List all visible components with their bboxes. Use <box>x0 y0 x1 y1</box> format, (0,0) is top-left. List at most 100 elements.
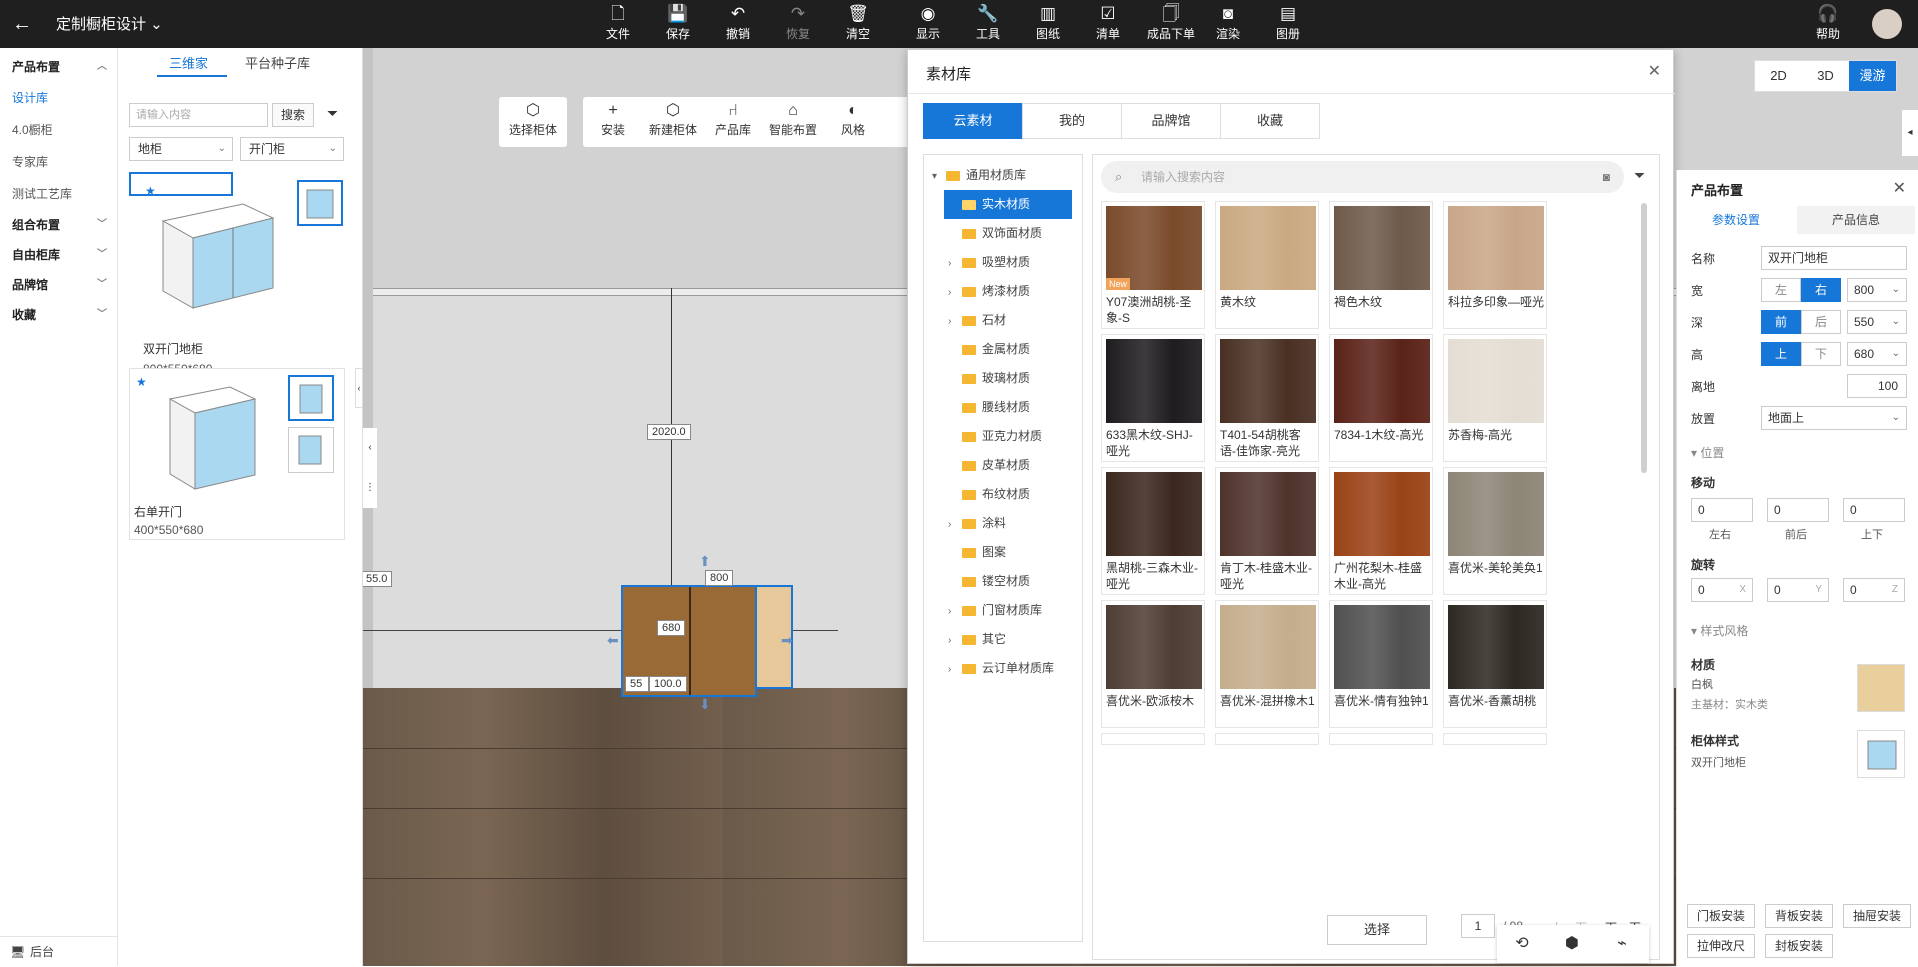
drag-handle-icon[interactable]: ⋮ <box>363 468 377 508</box>
catalog-search-input[interactable]: 请输入内容 <box>129 103 268 127</box>
partial-dimension-label[interactable]: 55 <box>625 676 649 692</box>
material-card[interactable]: T401-54胡桃客语-佳饰家-亮光 <box>1215 334 1319 462</box>
depth-back-toggle[interactable]: 后 <box>1801 310 1841 334</box>
list-button[interactable]: ☑ 清单 <box>1078 3 1138 47</box>
chevron-icon[interactable]: › <box>948 307 960 336</box>
tree-node[interactable]: 实木材质 <box>944 190 1072 219</box>
height-dimension-label[interactable]: 2020.0 <box>647 424 691 440</box>
variant-thumb[interactable] <box>288 375 334 421</box>
star-icon[interactable]: ★ <box>136 375 147 389</box>
expand-left-handle[interactable]: ‹ <box>363 428 377 468</box>
tree-node[interactable]: 布纹材质 <box>924 480 1079 509</box>
chevron-icon[interactable]: › <box>948 278 960 307</box>
nav-section-combo[interactable]: 组合布置 ﹀ <box>0 210 117 240</box>
nav-section-favorites[interactable]: 收藏 ﹀ <box>0 300 117 330</box>
material-card[interactable]: 7834-1木纹-高光 <box>1329 334 1433 462</box>
tab-cloud-material[interactable]: 云素材 <box>923 103 1023 139</box>
tree-node[interactable]: 皮革材质 <box>924 451 1079 480</box>
material-card[interactable]: 广州花梨木-桂盛木业-高光 <box>1329 467 1433 595</box>
material-card[interactable]: 褐色木纹 <box>1329 201 1433 329</box>
nav-item-test-craft[interactable]: 测试工艺库 <box>0 178 117 210</box>
material-card[interactable]: 喜优米-情有独钟1 <box>1329 600 1433 728</box>
move-y-input[interactable]: 0 <box>1767 498 1829 522</box>
avatar[interactable] <box>1872 9 1902 39</box>
screenshot-icon[interactable]: ⌁ <box>1611 933 1633 955</box>
tab-brand[interactable]: 品牌馆 <box>1121 103 1221 139</box>
move-left-arrow-icon[interactable]: ⬅ <box>607 632 619 649</box>
file-button[interactable]: 🗋 文件 <box>588 3 648 47</box>
material-card-partial[interactable] <box>1101 733 1205 745</box>
material-card[interactable]: 肯丁木-桂盛木业-哑光 <box>1215 467 1319 595</box>
cube-icon[interactable]: ⬢ <box>1561 933 1583 955</box>
tree-node[interactable]: › 涂料 <box>924 509 1079 538</box>
save-button[interactable]: 💾 保存 <box>648 3 708 47</box>
filter-icon[interactable]: ⏷ <box>1634 167 1645 184</box>
tree-node[interactable]: 图案 <box>924 538 1079 567</box>
render-button[interactable]: ◙ 渲染 <box>1198 3 1258 47</box>
order-button[interactable]: 🗍 成品下单 <box>1138 3 1204 47</box>
scrollbar[interactable] <box>1641 203 1647 473</box>
position-section[interactable]: ▾ 位置 <box>1691 444 1724 461</box>
tree-node[interactable]: 双饰面材质 <box>924 219 1079 248</box>
chevron-icon[interactable]: › <box>948 597 960 626</box>
drawings-button[interactable]: ▥ 图纸 <box>1018 3 1078 47</box>
height-down-toggle[interactable]: 下 <box>1801 342 1841 366</box>
close-icon[interactable]: ✕ <box>1893 178 1906 198</box>
camera-search-icon[interactable]: ◙ <box>1603 161 1610 193</box>
tools-button[interactable]: 🔧 工具 <box>958 3 1018 47</box>
ground-input[interactable]: 100 <box>1847 374 1907 398</box>
product-card[interactable]: ★ 右单开门 400*550*680 <box>129 368 345 540</box>
door-install-button[interactable]: 门板安装 <box>1687 904 1755 928</box>
material-search-input[interactable]: ⌕ 请输入搜索内容 ◙ <box>1101 161 1624 193</box>
chevron-icon[interactable]: › <box>948 510 960 539</box>
nav-item-expert-library[interactable]: 专家库 <box>0 146 117 178</box>
rotate-y-input[interactable]: 0Y <box>1767 578 1829 602</box>
tree-node[interactable]: ▾ 通用材质库 <box>924 161 1079 190</box>
product-library-button[interactable]: ⑁ 产品库 <box>703 101 763 138</box>
install-button[interactable]: + 安装 <box>583 101 643 138</box>
seal-panel-install-button[interactable]: 封板安装 <box>1765 934 1833 958</box>
material-card[interactable]: 黑胡桃-三森木业-哑光 <box>1101 467 1205 595</box>
depth-front-toggle[interactable]: 前 <box>1761 310 1801 334</box>
app-title[interactable]: 定制橱柜设计 ⌄ <box>56 13 163 34</box>
rotate-x-input[interactable]: 0X <box>1691 578 1753 602</box>
material-card[interactable]: 苏香梅-高光 <box>1443 334 1547 462</box>
tab-mine[interactable]: 我的 <box>1022 103 1122 139</box>
material-card[interactable]: 633黑木纹-SHJ-哑光 <box>1101 334 1205 462</box>
move-z-input[interactable]: 0 <box>1843 498 1905 522</box>
material-card[interactable]: 喜优米-混拼橡木1 <box>1215 600 1319 728</box>
filter-icon[interactable]: ⏷ <box>327 105 338 122</box>
tree-node[interactable]: › 吸塑材质 <box>924 248 1079 277</box>
tab-platform-seed[interactable]: 平台种子库 <box>245 53 310 72</box>
material-card-partial[interactable] <box>1329 733 1433 745</box>
variant-thumb[interactable] <box>297 180 343 226</box>
clear-button[interactable]: 🗑 清空 <box>828 3 888 47</box>
ground-dimension-label[interactable]: 100.0 <box>649 676 687 692</box>
tree-node[interactable]: 玻璃材质 <box>924 364 1079 393</box>
redo-button[interactable]: ↷ 恢复 <box>768 3 828 47</box>
choose-button[interactable]: 选择 <box>1327 915 1427 945</box>
material-card-partial[interactable] <box>1215 733 1319 745</box>
chevron-icon[interactable]: › <box>948 249 960 278</box>
tree-node[interactable]: 腰线材质 <box>924 393 1079 422</box>
material-brush-icon[interactable]: ⟲ <box>1511 933 1533 955</box>
catalog-search-button[interactable]: 搜索 <box>272 103 314 127</box>
width-right-toggle[interactable]: 右 <box>1801 278 1841 302</box>
nav-item-cabinet-40[interactable]: 4.0橱柜 <box>0 114 117 146</box>
select-cabinet-button[interactable]: ⬡ 选择柜体 <box>503 101 563 138</box>
tree-node[interactable]: › 门窗材质库 <box>924 596 1079 625</box>
move-up-arrow-icon[interactable]: ⬆ <box>699 553 711 570</box>
style-section[interactable]: ▾ 样式风格 <box>1691 622 1748 639</box>
material-card[interactable]: 科拉多印象—哑光 <box>1443 201 1547 329</box>
undo-button[interactable]: ↶ 撤销 <box>708 3 768 47</box>
tree-node[interactable]: 金属材质 <box>924 335 1079 364</box>
collapse-handle[interactable]: ‹ <box>355 368 363 408</box>
width-select[interactable]: 800 ⌄ <box>1847 278 1907 302</box>
material-swatch[interactable] <box>1857 664 1905 712</box>
collapse-right-icon[interactable]: ◂ <box>1902 110 1918 156</box>
material-card[interactable]: 喜优米-欧派桉木 <box>1101 600 1205 728</box>
category-select[interactable]: 地柜 ⌄ <box>129 137 233 161</box>
material-card[interactable]: New Y07澳洲胡桃-圣象-S <box>1101 201 1205 329</box>
chevron-icon[interactable]: › <box>948 655 960 684</box>
depth-select[interactable]: 550 ⌄ <box>1847 310 1907 334</box>
